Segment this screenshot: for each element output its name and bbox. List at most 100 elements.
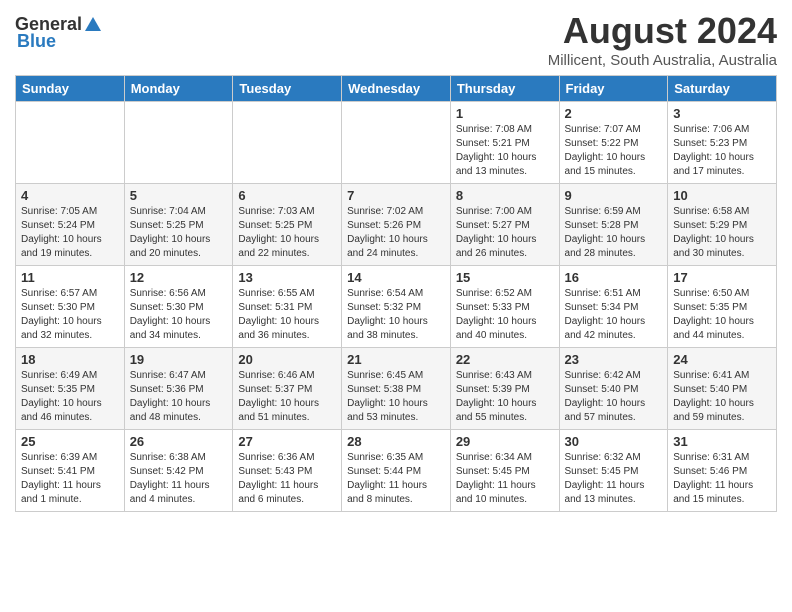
day-number: 11 [21,270,119,285]
calendar-week-1: 1Sunrise: 7:08 AM Sunset: 5:21 PM Daylig… [16,102,777,184]
day-number: 10 [673,188,771,203]
day-number: 17 [673,270,771,285]
calendar-cell: 17 Sunrise: 6:50 AM Sunset: 5:35 PM Dayli… [668,266,777,348]
title-block: August 2024 Millicent, South Australia, … [548,10,777,69]
day-info: Sunrise: 6:36 AM Sunset: 5:43 PM Dayligh… [238,451,336,507]
day-info: Sunrise: 6:57 AM Sunset: 5:30 PM Dayligh… [21,287,119,343]
day-info: Sunrise: 6:42 AM Sunset: 5:40 PM Dayligh… [565,369,663,425]
calendar-cell [16,102,125,184]
day-number: 3 [673,106,771,121]
calendar-cell: 24Sunrise: 6:41 AM Sunset: 5:40 PM Dayli… [668,348,777,430]
calendar-cell: 22 Sunrise: 6:43 AM Sunset: 5:39 PM Dayli… [450,348,559,430]
calendar-cell: 18Sunrise: 6:49 AM Sunset: 5:35 PM Dayli… [16,348,125,430]
day-number: 27 [238,434,336,449]
day-info: Sunrise: 6:39 AM Sunset: 5:41 PM Dayligh… [21,451,119,507]
day-info: Sunrise: 6:47 AM Sunset: 5:36 PM Dayligh… [130,369,228,425]
day-info: Sunrise: 6:34 AM Sunset: 5:45 PM Dayligh… [456,451,554,507]
day-info: Sunrise: 6:46 AM Sunset: 5:37 PM Dayligh… [238,369,336,425]
calendar-cell: 20 Sunrise: 6:46 AM Sunset: 5:37 PM Dayli… [233,348,342,430]
day-info: Sunrise: 6:52 AM Sunset: 5:33 PM Dayligh… [456,287,554,343]
calendar-cell: 21 Sunrise: 6:45 AM Sunset: 5:38 PM Dayli… [342,348,451,430]
day-info: Sunrise: 6:55 AM Sunset: 5:31 PM Dayligh… [238,287,336,343]
day-number: 25 [21,434,119,449]
day-header-wednesday: Wednesday [342,76,451,102]
calendar-cell: 29 Sunrise: 6:34 AM Sunset: 5:45 PM Dayli… [450,430,559,512]
day-number: 6 [238,188,336,203]
day-number: 15 [456,270,554,285]
day-header-sunday: Sunday [16,76,125,102]
calendar-cell: 30 Sunrise: 6:32 AM Sunset: 5:45 PM Dayli… [559,430,668,512]
calendar-table: SundayMondayTuesdayWednesdayThursdayFrid… [15,75,777,512]
calendar-cell: 10 Sunrise: 6:58 AM Sunset: 5:29 PM Dayli… [668,184,777,266]
day-number: 21 [347,352,445,367]
day-number: 4 [21,188,119,203]
day-number: 8 [456,188,554,203]
logo-icon [83,15,103,35]
calendar-title: August 2024 [548,10,777,52]
day-number: 14 [347,270,445,285]
day-info: Sunrise: 6:59 AM Sunset: 5:28 PM Dayligh… [565,205,663,261]
calendar-cell: 16Sunrise: 6:51 AM Sunset: 5:34 PM Dayli… [559,266,668,348]
calendar-cell: 8Sunrise: 7:00 AM Sunset: 5:27 PM Daylig… [450,184,559,266]
day-number: 13 [238,270,336,285]
logo-blue: Blue [17,31,56,52]
calendar-week-5: 25 Sunrise: 6:39 AM Sunset: 5:41 PM Dayli… [16,430,777,512]
day-number: 5 [130,188,228,203]
day-info: Sunrise: 7:02 AM Sunset: 5:26 PM Dayligh… [347,205,445,261]
calendar-cell: 6 Sunrise: 7:03 AM Sunset: 5:25 PM Daylig… [233,184,342,266]
calendar-cell [342,102,451,184]
day-number: 22 [456,352,554,367]
calendar-cell: 2 Sunrise: 7:07 AM Sunset: 5:22 PM Daylig… [559,102,668,184]
calendar-week-3: 11 Sunrise: 6:57 AM Sunset: 5:30 PM Dayli… [16,266,777,348]
day-header-monday: Monday [124,76,233,102]
calendar-cell: 25 Sunrise: 6:39 AM Sunset: 5:41 PM Dayli… [16,430,125,512]
day-number: 31 [673,434,771,449]
day-info: Sunrise: 6:45 AM Sunset: 5:38 PM Dayligh… [347,369,445,425]
day-info: Sunrise: 7:07 AM Sunset: 5:22 PM Dayligh… [565,123,663,179]
calendar-cell: 15 Sunrise: 6:52 AM Sunset: 5:33 PM Dayli… [450,266,559,348]
calendar-cell: 9 Sunrise: 6:59 AM Sunset: 5:28 PM Daylig… [559,184,668,266]
calendar-cell: 28 Sunrise: 6:35 AM Sunset: 5:44 PM Dayli… [342,430,451,512]
day-number: 24 [673,352,771,367]
day-number: 28 [347,434,445,449]
calendar-subtitle: Millicent, South Australia, Australia [548,52,777,69]
calendar-cell [124,102,233,184]
day-info: Sunrise: 7:03 AM Sunset: 5:25 PM Dayligh… [238,205,336,261]
day-number: 9 [565,188,663,203]
day-info: Sunrise: 6:31 AM Sunset: 5:46 PM Dayligh… [673,451,771,507]
day-info: Sunrise: 6:56 AM Sunset: 5:30 PM Dayligh… [130,287,228,343]
day-info: Sunrise: 6:58 AM Sunset: 5:29 PM Dayligh… [673,205,771,261]
day-header-friday: Friday [559,76,668,102]
day-info: Sunrise: 7:04 AM Sunset: 5:25 PM Dayligh… [130,205,228,261]
day-info: Sunrise: 6:38 AM Sunset: 5:42 PM Dayligh… [130,451,228,507]
day-info: Sunrise: 7:05 AM Sunset: 5:24 PM Dayligh… [21,205,119,261]
calendar-cell: 19 Sunrise: 6:47 AM Sunset: 5:36 PM Dayli… [124,348,233,430]
day-number: 20 [238,352,336,367]
day-info: Sunrise: 7:06 AM Sunset: 5:23 PM Dayligh… [673,123,771,179]
day-info: Sunrise: 6:51 AM Sunset: 5:34 PM Dayligh… [565,287,663,343]
calendar-cell: 11 Sunrise: 6:57 AM Sunset: 5:30 PM Dayli… [16,266,125,348]
day-info: Sunrise: 6:35 AM Sunset: 5:44 PM Dayligh… [347,451,445,507]
calendar-header-row: SundayMondayTuesdayWednesdayThursdayFrid… [16,76,777,102]
calendar-cell: 23Sunrise: 6:42 AM Sunset: 5:40 PM Dayli… [559,348,668,430]
calendar-week-2: 4 Sunrise: 7:05 AM Sunset: 5:24 PM Daylig… [16,184,777,266]
day-header-tuesday: Tuesday [233,76,342,102]
day-info: Sunrise: 6:43 AM Sunset: 5:39 PM Dayligh… [456,369,554,425]
day-number: 29 [456,434,554,449]
calendar-cell: 5 Sunrise: 7:04 AM Sunset: 5:25 PM Daylig… [124,184,233,266]
day-number: 2 [565,106,663,121]
calendar-cell: 13 Sunrise: 6:55 AM Sunset: 5:31 PM Dayli… [233,266,342,348]
day-header-saturday: Saturday [668,76,777,102]
calendar-cell: 12 Sunrise: 6:56 AM Sunset: 5:30 PM Dayli… [124,266,233,348]
day-number: 26 [130,434,228,449]
calendar-cell: 1Sunrise: 7:08 AM Sunset: 5:21 PM Daylig… [450,102,559,184]
calendar-cell: 26 Sunrise: 6:38 AM Sunset: 5:42 PM Dayli… [124,430,233,512]
day-info: Sunrise: 6:32 AM Sunset: 5:45 PM Dayligh… [565,451,663,507]
day-number: 19 [130,352,228,367]
day-number: 18 [21,352,119,367]
day-number: 12 [130,270,228,285]
calendar-week-4: 18Sunrise: 6:49 AM Sunset: 5:35 PM Dayli… [16,348,777,430]
day-info: Sunrise: 6:50 AM Sunset: 5:35 PM Dayligh… [673,287,771,343]
day-number: 30 [565,434,663,449]
calendar-cell: 3 Sunrise: 7:06 AM Sunset: 5:23 PM Daylig… [668,102,777,184]
